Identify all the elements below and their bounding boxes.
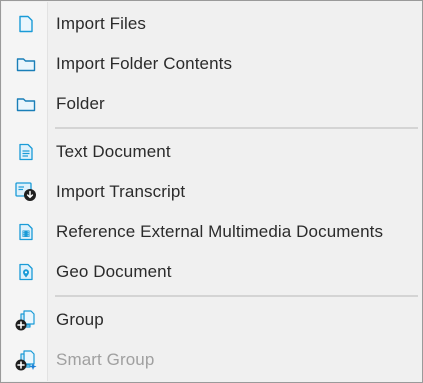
menu-item-folder[interactable]: Folder: [2, 85, 421, 123]
transcript-import-icon: [14, 180, 38, 204]
menu-separator: [55, 127, 418, 129]
menu-item-text-document[interactable]: Text Document: [2, 133, 421, 171]
menu-item-group[interactable]: Group: [2, 301, 421, 339]
menu-item-geo-document[interactable]: Geo Document: [2, 253, 421, 291]
menu-item-label: Import Files: [56, 14, 146, 33]
menu-item-label: Folder: [56, 94, 105, 113]
smart-group-add-icon: [14, 348, 38, 372]
group-add-icon: [14, 308, 38, 332]
menu-item-smart-group: Smart Group: [2, 341, 421, 379]
menu-item-import-folder-contents[interactable]: Import Folder Contents: [2, 45, 421, 83]
menu-item-label: Import Transcript: [56, 182, 186, 201]
file-icon: [14, 12, 38, 36]
text-document-icon: [14, 140, 38, 164]
menu-item-import-files[interactable]: Import Files: [2, 5, 421, 43]
menu-item-label: Smart Group: [56, 350, 155, 369]
menu-item-label: Group: [56, 310, 104, 329]
menu-item-label: Geo Document: [56, 262, 172, 281]
context-menu: Import Files Import Folder Contents Fold…: [0, 0, 423, 383]
menu-item-import-transcript[interactable]: Import Transcript: [2, 173, 421, 211]
folder-icon: [14, 52, 38, 76]
multimedia-document-icon: [14, 220, 38, 244]
folder-icon: [14, 92, 38, 116]
menu-item-label: Reference External Multimedia Documents: [56, 222, 384, 241]
menu-item-reference-external-multimedia-documents[interactable]: Reference External Multimedia Documents: [2, 213, 421, 251]
menu-item-label: Import Folder Contents: [56, 54, 233, 73]
menu-separator: [55, 295, 418, 297]
geo-document-icon: [14, 260, 38, 284]
menu-item-label: Text Document: [56, 142, 171, 161]
